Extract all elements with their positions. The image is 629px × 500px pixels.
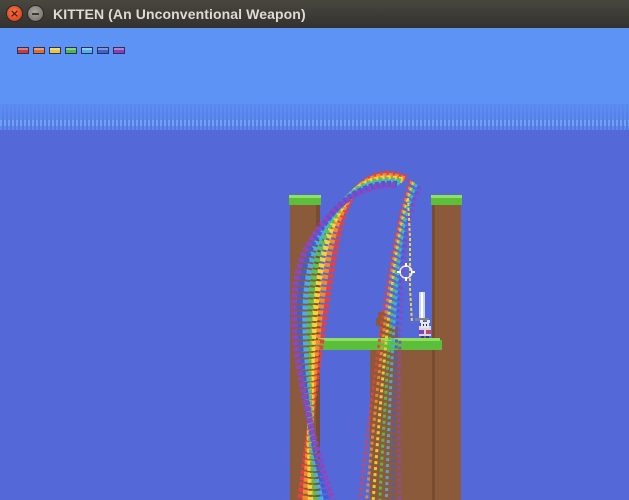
- game-window: × KITTEN (An Unconventional Weapon): [0, 0, 629, 500]
- inventory-slot-green: [65, 47, 77, 54]
- inventory-slot-orange: [33, 47, 45, 54]
- title-bar[interactable]: × KITTEN (An Unconventional Weapon): [0, 0, 629, 29]
- game-world: [289, 170, 462, 500]
- kitten-icon[interactable]: [419, 320, 431, 338]
- close-icon: ×: [9, 7, 20, 20]
- inventory-slot-red: [17, 47, 29, 54]
- game-canvas[interactable]: [0, 28, 629, 500]
- right-pillar-grass-top: [431, 195, 462, 198]
- inventory-slot-violet: [113, 47, 125, 54]
- rainbow-inventory: [17, 47, 125, 55]
- crosshair-icon: [397, 263, 415, 281]
- window-title: KITTEN (An Unconventional Weapon): [53, 6, 306, 22]
- minimize-icon: [32, 13, 39, 15]
- left-pillar-grass-top: [289, 195, 321, 198]
- close-button[interactable]: ×: [7, 6, 22, 21]
- minimize-button[interactable]: [28, 6, 43, 21]
- inventory-slot-yellow: [49, 47, 61, 54]
- inventory-slot-blue: [97, 47, 109, 54]
- inventory-slot-cyan: [81, 47, 93, 54]
